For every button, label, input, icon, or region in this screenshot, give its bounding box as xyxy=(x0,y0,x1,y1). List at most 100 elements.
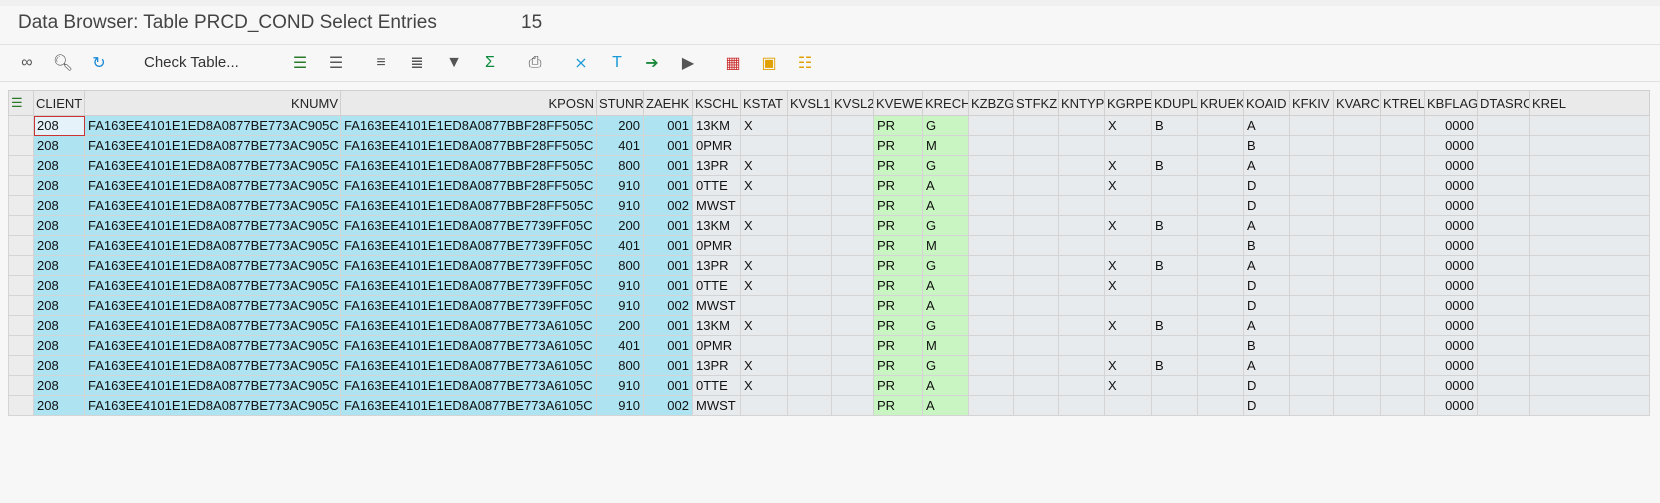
cell-zaehk[interactable]: 001 xyxy=(643,155,693,176)
export-excel-icon[interactable]: ⨯ xyxy=(570,52,592,74)
column-header-client[interactable]: CLIENT xyxy=(33,90,85,116)
cell-knumv[interactable]: FA163EE4101E1ED8A0877BE773AC905C xyxy=(84,315,341,336)
cell-kbflag[interactable]: 0000 xyxy=(1424,295,1478,316)
cell-kgrpe[interactable]: X xyxy=(1104,175,1152,196)
cell-kvarc[interactable] xyxy=(1333,215,1381,236)
cell-kvsl1[interactable] xyxy=(787,135,832,156)
cell-kvsl2[interactable] xyxy=(831,195,874,216)
row-selector[interactable] xyxy=(8,375,34,396)
cell-krel[interactable] xyxy=(1529,275,1650,296)
key-columns-icon[interactable]: ▣ xyxy=(758,52,780,74)
cell-stfkz[interactable] xyxy=(1013,375,1059,396)
cell-kntyp[interactable] xyxy=(1058,215,1105,236)
column-header-kbflag[interactable]: KBFLAG xyxy=(1424,90,1478,116)
cell-kstat[interactable] xyxy=(740,335,788,356)
cell-kposn[interactable]: FA163EE4101E1ED8A0877BBF28FF505C xyxy=(340,195,597,216)
row-selector[interactable] xyxy=(8,255,34,276)
cell-zaehk[interactable]: 001 xyxy=(643,315,693,336)
cell-kschl[interactable]: 13KM xyxy=(692,215,741,236)
cell-kbflag[interactable]: 0000 xyxy=(1424,335,1478,356)
cell-kntyp[interactable] xyxy=(1058,335,1105,356)
cell-client[interactable]: 208 xyxy=(33,355,85,376)
cell-kdupl[interactable] xyxy=(1151,395,1198,416)
cell-kposn[interactable]: FA163EE4101E1ED8A0877BE7739FF05C xyxy=(340,255,597,276)
cell-client[interactable]: 208 xyxy=(33,175,85,196)
cell-kvarc[interactable] xyxy=(1333,195,1381,216)
cell-dtasrc[interactable] xyxy=(1477,315,1530,336)
cell-krech[interactable]: G xyxy=(922,215,969,236)
cell-kruek[interactable] xyxy=(1197,235,1244,256)
cell-kgrpe[interactable] xyxy=(1104,295,1152,316)
row-selector[interactable] xyxy=(8,315,34,336)
column-header-knumv[interactable]: KNUMV xyxy=(84,90,341,116)
cell-stunr[interactable]: 401 xyxy=(596,135,644,156)
cell-kgrpe[interactable]: X xyxy=(1104,375,1152,396)
cell-kvsl1[interactable] xyxy=(787,255,832,276)
cell-stfkz[interactable] xyxy=(1013,355,1059,376)
cell-kbflag[interactable]: 0000 xyxy=(1424,275,1478,296)
cell-koaid[interactable]: D xyxy=(1243,275,1290,296)
cell-kposn[interactable]: FA163EE4101E1ED8A0877BBF28FF505C xyxy=(340,115,597,136)
cell-kvewe[interactable]: PR xyxy=(873,335,923,356)
cell-kvsl2[interactable] xyxy=(831,135,874,156)
cell-krel[interactable] xyxy=(1529,395,1650,416)
cell-kvsl1[interactable] xyxy=(787,295,832,316)
cell-kstat[interactable] xyxy=(740,395,788,416)
cell-kvsl1[interactable] xyxy=(787,235,832,256)
cell-kvsl2[interactable] xyxy=(831,115,874,136)
cell-krech[interactable]: A xyxy=(922,395,969,416)
cell-kvewe[interactable]: PR xyxy=(873,195,923,216)
cell-kstat[interactable]: X xyxy=(740,275,788,296)
cell-kvewe[interactable]: PR xyxy=(873,375,923,396)
layout-grid-icon[interactable]: ▦ xyxy=(722,52,744,74)
data-grid[interactable]: ☰ CLIENT KNUMV KPOSN STUNR ZAEHK KSCHL KSTAT KVS… xyxy=(8,90,1660,503)
cell-stunr[interactable]: 800 xyxy=(596,355,644,376)
row-selector[interactable] xyxy=(8,155,34,176)
cell-koaid[interactable]: A xyxy=(1243,215,1290,236)
cell-kruek[interactable] xyxy=(1197,315,1244,336)
glasses-icon[interactable]: ∞ xyxy=(16,52,38,74)
column-header-zaehk[interactable]: ZAEHK xyxy=(643,90,693,116)
cell-kvarc[interactable] xyxy=(1333,335,1381,356)
cell-knumv[interactable]: FA163EE4101E1ED8A0877BE773AC905C xyxy=(84,355,341,376)
cell-stfkz[interactable] xyxy=(1013,135,1059,156)
cell-kschl[interactable]: 13PR xyxy=(692,255,741,276)
cell-koaid[interactable]: A xyxy=(1243,315,1290,336)
cell-stfkz[interactable] xyxy=(1013,115,1059,136)
cell-krel[interactable] xyxy=(1529,255,1650,276)
cell-krel[interactable] xyxy=(1529,155,1650,176)
cell-kposn[interactable]: FA163EE4101E1ED8A0877BE773A6105C xyxy=(340,315,597,336)
cell-kntyp[interactable] xyxy=(1058,395,1105,416)
cell-zaehk[interactable]: 002 xyxy=(643,195,693,216)
cell-dtasrc[interactable] xyxy=(1477,395,1530,416)
cell-ktrel[interactable] xyxy=(1380,175,1425,196)
cell-client[interactable]: 208 xyxy=(33,135,85,156)
cell-knumv[interactable]: FA163EE4101E1ED8A0877BE773AC905C xyxy=(84,375,341,396)
cell-kfkiv[interactable] xyxy=(1289,295,1334,316)
cell-kvarc[interactable] xyxy=(1333,295,1381,316)
cell-dtasrc[interactable] xyxy=(1477,255,1530,276)
cell-krech[interactable]: G xyxy=(922,355,969,376)
cell-ktrel[interactable] xyxy=(1380,355,1425,376)
cell-stfkz[interactable] xyxy=(1013,295,1059,316)
cell-kfkiv[interactable] xyxy=(1289,235,1334,256)
cell-kgrpe[interactable]: X xyxy=(1104,315,1152,336)
cell-kposn[interactable]: FA163EE4101E1ED8A0877BBF28FF505C xyxy=(340,135,597,156)
cell-kzbzg[interactable] xyxy=(968,315,1014,336)
cell-kvsl2[interactable] xyxy=(831,375,874,396)
cell-kstat[interactable]: X xyxy=(740,215,788,236)
cell-dtasrc[interactable] xyxy=(1477,135,1530,156)
cell-ktrel[interactable] xyxy=(1380,115,1425,136)
cell-zaehk[interactable]: 002 xyxy=(643,295,693,316)
cell-kbflag[interactable]: 0000 xyxy=(1424,375,1478,396)
cell-kfkiv[interactable] xyxy=(1289,315,1334,336)
cell-stfkz[interactable] xyxy=(1013,395,1059,416)
cell-kvsl2[interactable] xyxy=(831,395,874,416)
cell-kruek[interactable] xyxy=(1197,295,1244,316)
cell-dtasrc[interactable] xyxy=(1477,175,1530,196)
cell-koaid[interactable]: D xyxy=(1243,395,1290,416)
cell-krel[interactable] xyxy=(1529,215,1650,236)
cell-kvsl1[interactable] xyxy=(787,195,832,216)
column-header-kdupl[interactable]: KDUPL xyxy=(1151,90,1198,116)
cell-krel[interactable] xyxy=(1529,315,1650,336)
